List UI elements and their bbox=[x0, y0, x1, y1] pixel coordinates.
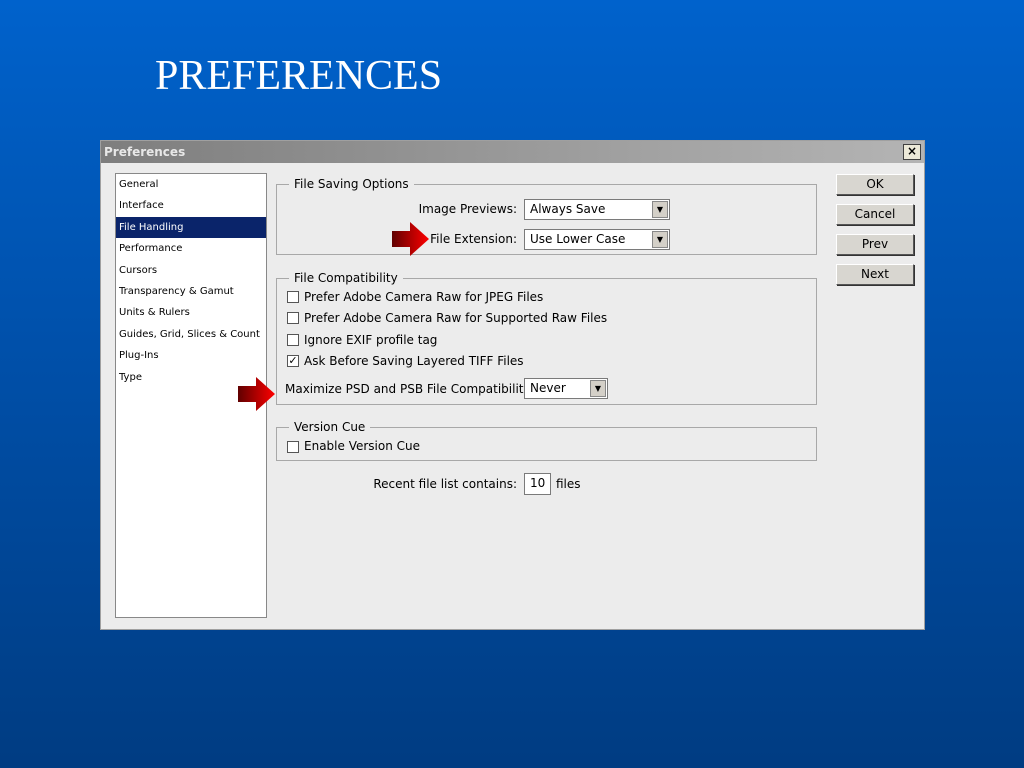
checkbox-label: Prefer Adobe Camera Raw for Supported Ra… bbox=[304, 311, 608, 325]
category-interface[interactable]: Interface bbox=[116, 195, 266, 216]
slide-title: PREFERENCES bbox=[155, 53, 443, 99]
select-value: Use Lower Case bbox=[530, 232, 626, 246]
file-extension-label: File Extension: bbox=[430, 232, 517, 246]
prev-button[interactable]: Prev bbox=[836, 234, 914, 255]
category-cursors[interactable]: Cursors bbox=[116, 260, 266, 281]
checkbox-label: Ignore EXIF profile tag bbox=[304, 333, 438, 347]
category-general[interactable]: General bbox=[116, 174, 266, 195]
checkbox-raw[interactable] bbox=[287, 312, 299, 324]
checkbox-version-cue[interactable] bbox=[287, 441, 299, 453]
checkbox-exif[interactable] bbox=[287, 334, 299, 346]
checkbox-jpeg[interactable] bbox=[287, 291, 299, 303]
ok-button[interactable]: OK bbox=[836, 174, 914, 195]
image-previews-select[interactable]: Always Save ▼ bbox=[524, 199, 670, 220]
next-button[interactable]: Next bbox=[836, 264, 914, 285]
title-bar: Preferences × bbox=[101, 141, 924, 163]
file-extension-select[interactable]: Use Lower Case ▼ bbox=[524, 229, 670, 250]
select-value: Never bbox=[530, 381, 566, 395]
category-plugins[interactable]: Plug-Ins bbox=[116, 345, 266, 366]
recent-files-input[interactable]: 10 bbox=[524, 473, 551, 495]
recent-files-suffix: files bbox=[556, 477, 581, 491]
group-label: Version Cue bbox=[289, 420, 371, 434]
chevron-down-icon: ▼ bbox=[590, 380, 606, 397]
group-label: File Saving Options bbox=[289, 177, 414, 191]
maximize-label: Maximize PSD and PSB File Compatibility: bbox=[285, 382, 534, 396]
recent-files-label: Recent file list contains: bbox=[373, 477, 517, 491]
category-file-handling[interactable]: File Handling bbox=[116, 216, 266, 239]
category-transparency[interactable]: Transparency & Gamut bbox=[116, 281, 266, 302]
red-arrow-icon bbox=[392, 222, 429, 256]
chevron-down-icon: ▼ bbox=[652, 231, 668, 248]
preferences-dialog: Preferences × General Interface File Han… bbox=[100, 140, 925, 630]
group-label: File Compatibility bbox=[289, 271, 403, 285]
checkbox-label: Ask Before Saving Layered TIFF Files bbox=[304, 354, 524, 368]
chevron-down-icon: ▼ bbox=[652, 201, 668, 218]
checkbox-label: Enable Version Cue bbox=[304, 439, 420, 453]
checkbox-tiff[interactable]: ✓ bbox=[287, 355, 299, 367]
maximize-select[interactable]: Never ▼ bbox=[524, 378, 608, 399]
checkbox-label: Prefer Adobe Camera Raw for JPEG Files bbox=[304, 290, 544, 304]
red-arrow-icon bbox=[238, 377, 275, 411]
category-units[interactable]: Units & Rulers bbox=[116, 302, 266, 323]
dialog-title: Preferences bbox=[104, 145, 186, 159]
cancel-button[interactable]: Cancel bbox=[836, 204, 914, 225]
select-value: Always Save bbox=[530, 202, 606, 216]
close-button[interactable]: × bbox=[903, 144, 921, 160]
image-previews-label: Image Previews: bbox=[418, 202, 517, 216]
category-performance[interactable]: Performance bbox=[116, 238, 266, 259]
category-guides[interactable]: Guides, Grid, Slices & Count bbox=[116, 324, 266, 345]
checkmark-icon: ✓ bbox=[288, 354, 298, 367]
